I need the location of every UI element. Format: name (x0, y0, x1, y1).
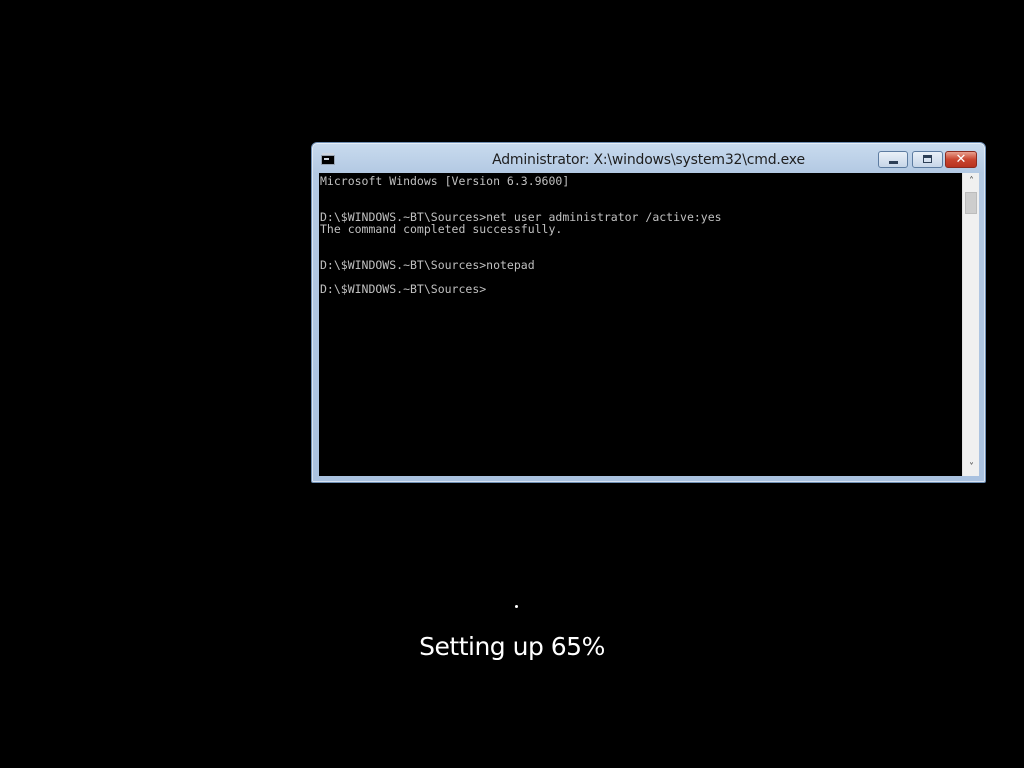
close-icon: ✕ (955, 152, 967, 167)
title-bar[interactable]: Administrator: X:\windows\system32\cmd.e… (312, 143, 985, 173)
setup-status-text: Setting up 65% (419, 632, 605, 661)
command-prompt-window[interactable]: Administrator: X:\windows\system32\cmd.e… (311, 142, 986, 483)
progress-spinner-icon (515, 605, 518, 608)
console-output[interactable]: Microsoft Windows [Version 6.3.9600] D:\… (319, 173, 962, 476)
setup-screen: Administrator: X:\windows\system32\cmd.e… (0, 0, 1024, 768)
scroll-thumb[interactable] (965, 192, 977, 214)
scroll-up-icon[interactable]: ˄ (963, 173, 980, 190)
scroll-down-icon[interactable]: ˅ (963, 459, 980, 476)
console-text: Microsoft Windows [Version 6.3.9600] D:\… (320, 174, 722, 296)
maximize-button[interactable] (912, 151, 943, 168)
close-button[interactable]: ✕ (945, 151, 977, 168)
maximize-icon (923, 155, 932, 163)
minimize-button[interactable] (878, 151, 908, 168)
vertical-scrollbar[interactable]: ˄ ˅ (962, 173, 979, 476)
minimize-icon (889, 161, 898, 164)
